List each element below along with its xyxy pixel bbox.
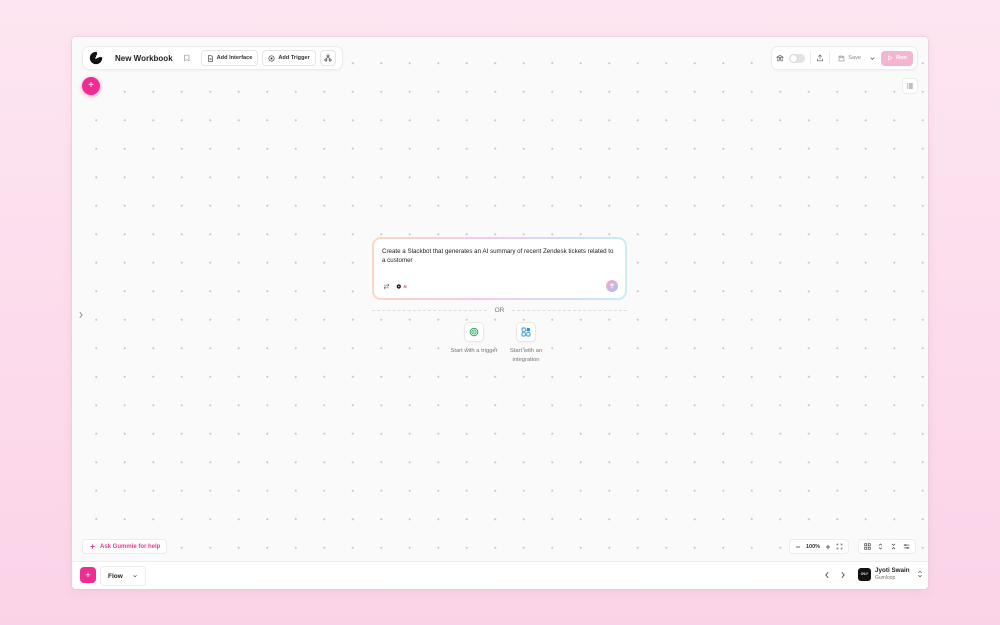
workbook-title[interactable]: New Workbook (115, 54, 173, 63)
chevron-right-icon (78, 311, 84, 319)
upload-icon[interactable] (816, 54, 824, 62)
zoom-out-icon[interactable] (795, 544, 801, 550)
start-integration-label: Start with an integration (509, 348, 543, 363)
start-integration-button[interactable] (516, 322, 536, 342)
send-button[interactable] (606, 280, 618, 292)
add-node-button[interactable]: + (82, 77, 100, 95)
user-org: Gumloop (875, 574, 896, 581)
node-list-button[interactable] (902, 78, 918, 94)
avatar: GMLP (858, 567, 871, 581)
start-trigger-button[interactable] (464, 322, 484, 342)
chevron-right-icon[interactable] (840, 571, 846, 579)
save-icon (838, 55, 845, 62)
divider (810, 51, 812, 65)
nodes-icon (324, 54, 332, 62)
bottom-bar: + Flow GMLP Jyoti Swain Gumloop (72, 561, 928, 589)
chevron-down-icon[interactable] (869, 55, 876, 62)
run-toolbar: Save Run (771, 46, 918, 70)
save-button[interactable]: Save (835, 55, 864, 62)
run-button[interactable]: Run (881, 50, 913, 66)
trigger-icon (268, 55, 275, 62)
sparkle-icon (89, 543, 96, 550)
zoom-level: 100% (806, 543, 821, 550)
add-interface-label: Add Interface (216, 55, 253, 61)
expand-sidebar-button[interactable] (77, 310, 85, 320)
ask-gummie-label: Ask Gummie for help (100, 543, 161, 550)
prompt-tools (383, 283, 410, 290)
share-nodes-button[interactable] (319, 50, 336, 66)
chevron-left-icon[interactable] (824, 571, 830, 579)
or-label: OR (494, 306, 505, 314)
canvas-tools (858, 539, 916, 554)
or-divider: OR (372, 305, 627, 315)
expand-vertical-icon[interactable] (877, 543, 884, 550)
add-trigger-button[interactable]: Add Trigger (262, 50, 316, 66)
flow-tab[interactable]: Flow (100, 566, 146, 586)
gumloop-logo-icon[interactable] (87, 49, 105, 67)
flow-canvas[interactable]: New Workbook Add Interface Add Trigger S… (72, 37, 928, 561)
integration-icon (521, 327, 531, 337)
user-info: Jyoti Swain Gumloop (875, 567, 910, 581)
chevron-up-down-icon (917, 570, 923, 578)
ask-gummie-button[interactable]: Ask Gummie for help (82, 539, 168, 554)
prompt-input[interactable]: Create a Slackbot that generates an AI s… (374, 239, 625, 298)
add-flow-button[interactable]: + (80, 567, 96, 583)
flow-nav (824, 571, 846, 579)
plus-icon: + (85, 570, 91, 580)
settings-sliders-icon[interactable] (903, 543, 910, 550)
bank-icon[interactable] (776, 54, 785, 62)
start-trigger-label: Start with a trigger (450, 348, 498, 354)
divider-line (512, 309, 627, 311)
prompt-box: Create a Slackbot that generates an AI s… (372, 237, 627, 300)
save-label: Save (848, 55, 861, 61)
add-interface-button[interactable]: Add Interface (200, 50, 259, 66)
swap-icon[interactable] (383, 283, 390, 290)
collapse-vertical-icon[interactable] (890, 543, 897, 550)
prompt-text[interactable]: Create a Slackbot that generates an AI s… (382, 247, 617, 265)
play-icon (887, 55, 893, 61)
user-name: Jyoti Swain (875, 567, 910, 574)
divider-line (372, 309, 487, 311)
integrations-icon[interactable] (396, 283, 410, 290)
zoom-in-icon[interactable] (825, 544, 831, 550)
add-trigger-label: Add Trigger (278, 55, 310, 61)
user-switcher[interactable]: GMLP Jyoti Swain Gumloop (858, 567, 923, 581)
plus-icon: + (88, 80, 94, 91)
app-window: New Workbook Add Interface Add Trigger S… (72, 37, 928, 589)
zoom-controls: 100% (789, 539, 850, 554)
start-with-integration-option[interactable]: Start with an integration (496, 322, 556, 364)
chevron-down-icon (132, 573, 138, 579)
flow-tab-label: Flow (108, 572, 123, 580)
document-icon (207, 54, 214, 62)
fit-view-icon[interactable] (836, 543, 843, 550)
trigger-icon (469, 327, 479, 337)
workbook-toolbar: New Workbook Add Interface Add Trigger (82, 46, 343, 70)
divider (829, 51, 831, 65)
run-label: Run (896, 55, 907, 61)
grid-icon[interactable] (864, 543, 871, 550)
tag-icon[interactable] (181, 52, 193, 64)
arrow-up-icon (609, 283, 615, 289)
list-icon (906, 82, 914, 90)
mode-toggle[interactable] (789, 53, 806, 63)
start-with-trigger-option[interactable]: Start with a trigger (444, 322, 504, 356)
